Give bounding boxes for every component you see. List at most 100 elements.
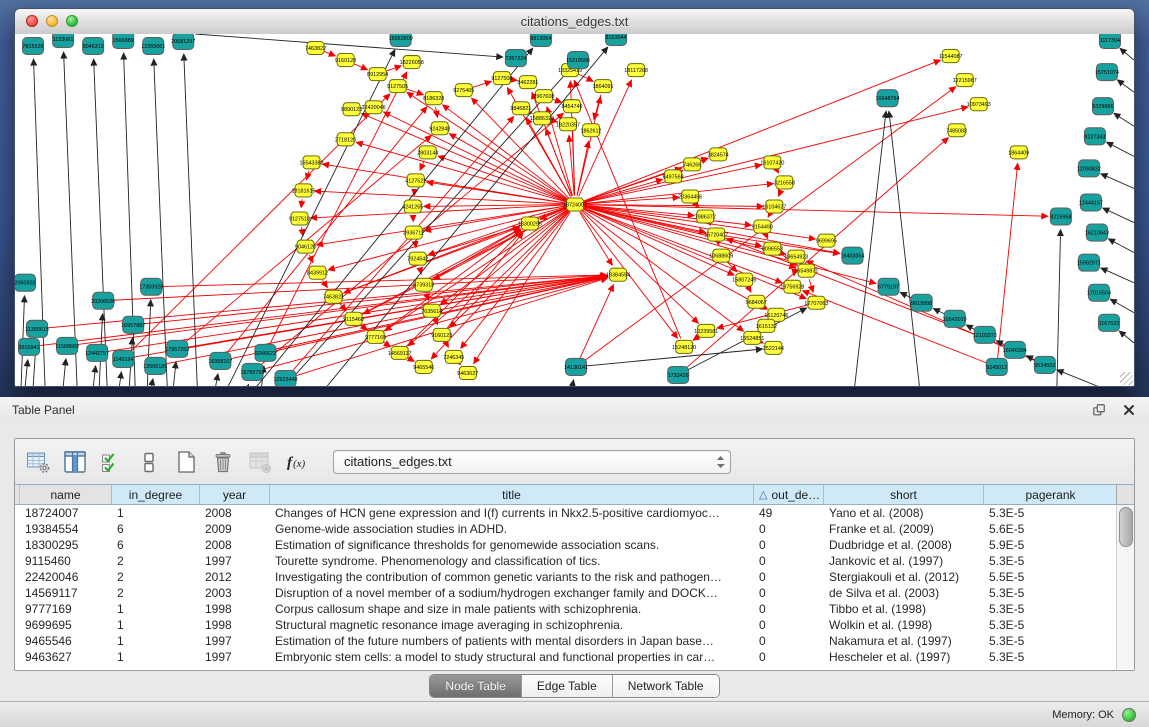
close-button[interactable] xyxy=(26,15,38,27)
graph-node[interactable]: 9160128 xyxy=(335,54,356,67)
graph-node[interactable]: 15751074 xyxy=(1095,64,1119,81)
column-header-title[interactable]: title xyxy=(270,485,754,504)
graph-node[interactable]: 14569117 xyxy=(388,346,412,359)
table-row[interactable]: 2242004622012Investigating the contribut… xyxy=(15,569,1134,585)
graph-node[interactable]: 7485083 xyxy=(946,124,967,137)
graph-node[interactable]: 20206536 xyxy=(91,292,115,309)
clear-row-selection-icon[interactable] xyxy=(136,449,162,475)
graph-node[interactable]: 11568689 xyxy=(55,337,79,354)
graph-node[interactable]: 16958107 xyxy=(208,352,232,369)
graph-node[interactable]: 18117268 xyxy=(624,64,648,77)
graph-node[interactable]: 9246622 xyxy=(255,344,276,361)
graph-node[interactable]: 9046128 xyxy=(295,240,316,253)
graph-node[interactable]: 2522144 xyxy=(763,341,784,354)
graph-node[interactable]: 17016504 xyxy=(1087,284,1111,301)
graph-node[interactable]: 19756928 xyxy=(780,280,804,293)
graph-node[interactable]: 2803144 xyxy=(417,146,438,159)
table-row[interactable]: 977716911998Corpus callosum shape and si… xyxy=(15,601,1134,617)
graph-node[interactable]: 19654923 xyxy=(784,250,808,263)
graph-node[interactable]: 15218506 xyxy=(566,52,590,69)
table-row[interactable]: 1872400712008Changes of HCN gene express… xyxy=(15,505,1134,521)
graph-node[interactable]: 1733426 xyxy=(668,366,689,383)
graph-node[interactable]: 14136141 xyxy=(564,358,588,375)
table-row[interactable]: 946554611997Estimation of the future num… xyxy=(15,633,1134,649)
graph-node[interactable]: 10542019 xyxy=(943,310,967,327)
window-resize-grip[interactable] xyxy=(1120,372,1133,385)
graph-node[interactable]: 16549871 xyxy=(794,264,818,277)
graph-node[interactable]: 1862612 xyxy=(581,124,602,137)
graph-node[interactable]: 10973493 xyxy=(967,98,991,111)
graph-node[interactable]: 1145194 xyxy=(113,350,134,367)
table-row[interactable]: 969969511998Structural magnetic resonanc… xyxy=(15,617,1134,633)
graph-node[interactable]: 7246345 xyxy=(443,350,464,363)
graph-node[interactable]: 8153044 xyxy=(606,34,627,46)
graph-node[interactable]: 9127518 xyxy=(289,212,310,225)
graph-node[interactable]: 1864091 xyxy=(593,80,614,93)
table-settings-icon[interactable] xyxy=(25,449,51,475)
graph-node[interactable]: 18220357 xyxy=(556,118,580,131)
graph-node[interactable]: 9154490 xyxy=(752,220,773,233)
graph-node[interactable]: 9046312 xyxy=(83,38,104,55)
graph-node[interactable]: 16782759 xyxy=(240,363,264,380)
graph-node[interactable]: 9684067 xyxy=(746,295,767,308)
table-row[interactable]: 911546021997Tourette syndrome. Phenomeno… xyxy=(15,553,1134,569)
graph-node[interactable]: 16046394 xyxy=(1003,341,1027,358)
graph-node[interactable]: 10688609 xyxy=(709,249,733,262)
graph-node[interactable]: 746266 xyxy=(683,158,701,171)
graph-node[interactable]: 12707063 xyxy=(804,296,828,309)
graph-node[interactable]: 15720407 xyxy=(704,228,728,241)
graph-node[interactable]: 1133061 xyxy=(53,34,74,48)
graph-node[interactable]: 16053809 xyxy=(389,34,413,47)
graph-node[interactable]: 10239581 xyxy=(694,324,718,337)
graph-node[interactable]: 2060502 xyxy=(15,274,36,291)
graph-node[interactable]: 7635614 xyxy=(421,304,442,317)
graph-node[interactable]: 19384554 xyxy=(606,268,630,281)
graph-node[interactable]: 6497568 xyxy=(663,170,684,183)
graph-node[interactable]: 5462281 xyxy=(517,76,538,89)
column-header-year[interactable]: year xyxy=(200,485,270,504)
graph-node[interactable]: 9890123 xyxy=(341,103,362,116)
column-header-name[interactable]: name xyxy=(20,485,112,504)
graph-node[interactable]: 18300295 xyxy=(518,217,542,230)
graph-node[interactable]: 16210643 xyxy=(1085,224,1109,241)
graph-node[interactable]: 9465546 xyxy=(413,360,434,373)
column-header-out_de[interactable]: △out_de… xyxy=(754,485,824,504)
graph-node[interactable]: 3936712 xyxy=(403,226,424,239)
graph-node[interactable]: 3915941 xyxy=(18,338,39,355)
graph-node[interactable]: 17359928 xyxy=(139,278,163,295)
vertical-scrollbar[interactable] xyxy=(1116,505,1134,669)
graph-node[interactable]: 1864409 xyxy=(1008,146,1029,159)
graph-node[interactable]: 1566889 xyxy=(113,34,134,49)
graph-node[interactable]: 4127521 xyxy=(405,174,426,187)
graph-node[interactable]: 20681297 xyxy=(171,34,195,50)
graph-node[interactable]: 15248120 xyxy=(672,340,696,353)
graph-node[interactable]: 4241265 xyxy=(402,200,423,213)
graph-node[interactable]: 18226058 xyxy=(400,56,424,69)
delete-table-icon[interactable] xyxy=(210,449,236,475)
graph-node[interactable]: 9275465 xyxy=(453,84,474,97)
graph-node[interactable]: 16543382 xyxy=(300,156,324,169)
float-panel-icon[interactable] xyxy=(1091,402,1107,418)
graph-node[interactable]: 8454749 xyxy=(561,100,582,113)
graph-node[interactable]: 2718120 xyxy=(335,133,356,146)
graph-node[interactable]: 9846821 xyxy=(510,102,531,115)
table-row[interactable]: 946362711997Embryonic stem cells: a mode… xyxy=(15,649,1134,665)
minimize-button[interactable] xyxy=(46,15,58,27)
graph-node[interactable]: 9160123 xyxy=(431,328,452,341)
graph-node[interactable]: 9699695 xyxy=(816,234,837,247)
graph-node[interactable]: 18724007 xyxy=(563,198,587,211)
graph-node[interactable]: 9329966 xyxy=(1092,98,1113,115)
graph-node[interactable]: 15992971 xyxy=(1077,254,1101,271)
graph-node[interactable]: 16107420 xyxy=(760,156,784,169)
graph-node[interactable]: 7815526 xyxy=(23,38,44,55)
graph-node[interactable]: 1615132 xyxy=(756,319,777,332)
graph-node[interactable]: 9242848 xyxy=(429,122,450,135)
citation-network-graph[interactable]: 1872400718300295193845541654338218181615… xyxy=(15,34,1134,386)
graph-node[interactable]: 8215958 xyxy=(1050,208,1071,225)
graph-node[interactable]: 6739313 xyxy=(413,278,434,291)
graph-node[interactable]: 12923448 xyxy=(273,370,297,386)
graph-node[interactable]: 12444157 xyxy=(1079,194,1103,211)
column-header-short[interactable]: short xyxy=(824,485,984,504)
graph-node[interactable]: 8096553 xyxy=(762,242,783,255)
graph-node[interactable]: 16104627 xyxy=(762,200,786,213)
